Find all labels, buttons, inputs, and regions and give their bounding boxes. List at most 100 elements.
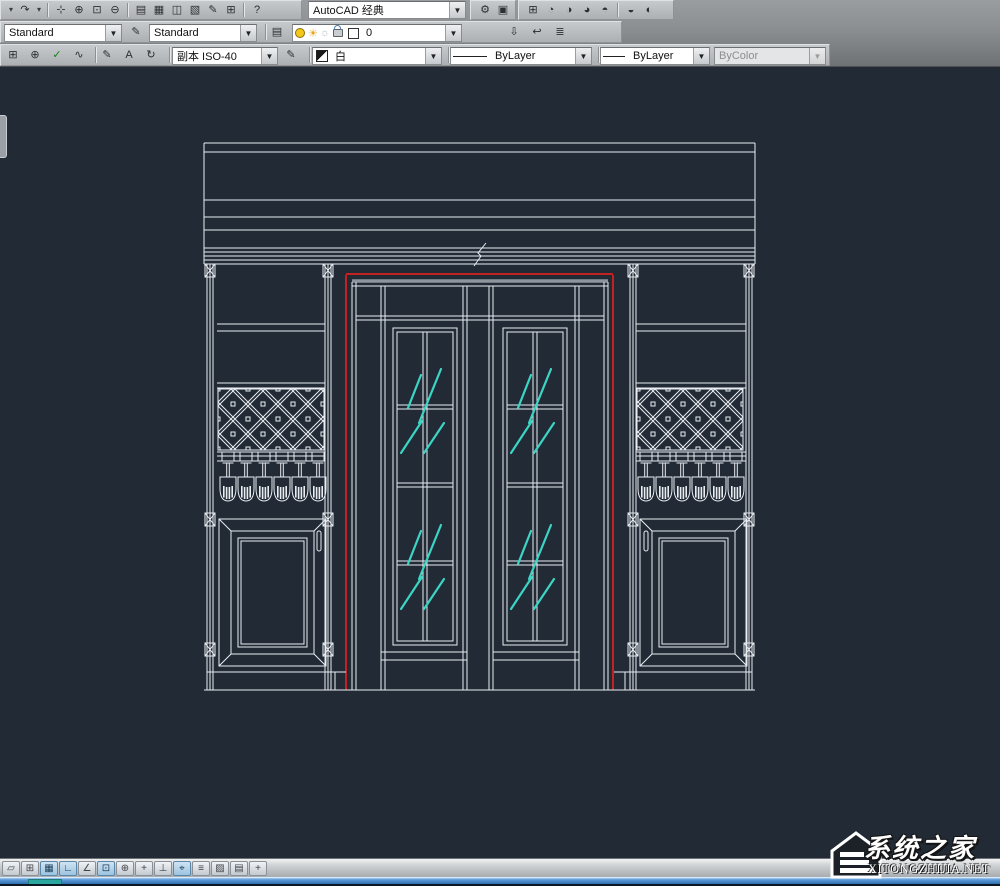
toolbar-row-standard: ▾ ↷ ▾ ⊹ ⊕ ⊡ ⊖ ▤ ▦ ◫ ▧ ✎ ⊞ ? AutoCAD 经典 ▼… (0, 0, 1000, 20)
statusbar-button-quick-properties[interactable]: ▤ (230, 860, 248, 876)
dropdown-arrow-icon: ▼ (575, 48, 591, 64)
workspace-tools: ⚙ ▣ (470, 0, 516, 20)
right-cabinet-door (639, 518, 748, 667)
table-style-icon[interactable]: ⊞ (4, 47, 22, 64)
drafting-status-bar: ▱ ⊞ ▦ ∟ ∠ ⊡ ⊕ + ⊥ ⌖ ≡ ▨ ▤ + (0, 858, 1000, 877)
lineweight-value: ByLayer (633, 50, 674, 62)
model-space-canvas[interactable] (0, 67, 1000, 858)
lineweight-combobox[interactable]: ByLayer ▼ (600, 47, 710, 65)
dropdown-arrow-icon: ▼ (240, 25, 256, 41)
view-front-icon[interactable]: ◑ (560, 2, 578, 19)
left-cabinet-door (218, 518, 327, 667)
toolbar-separator (169, 47, 171, 63)
door-red-outline (345, 273, 614, 690)
linetype-combobox[interactable]: ByLayer ▼ (450, 47, 592, 65)
standard-toolbar: ▾ ↷ ▾ ⊹ ⊕ ⊡ ⊖ ▤ ▦ ◫ ▧ ✎ ⊞ ? (0, 0, 302, 20)
layer-color-swatch (347, 27, 359, 39)
layer-unlock-icon (332, 25, 343, 37)
style-combobox[interactable]: Standard ▼ (4, 24, 122, 42)
statusbar-button-object-snap[interactable]: ⊡ (97, 860, 115, 876)
layer-properties-manager-icon[interactable]: ▤ (268, 24, 286, 41)
toolbar-dock: ▾ ↷ ▾ ⊹ ⊕ ⊡ ⊖ ▤ ▦ ◫ ▧ ✎ ⊞ ? AutoCAD 经典 ▼… (0, 0, 1000, 67)
statusbar-button-infer-constraints[interactable]: ▱ (2, 860, 20, 876)
tool-palettes-icon[interactable]: ◫ (168, 2, 186, 19)
ucs-world-icon[interactable]: ◒ (622, 2, 640, 19)
wine-lattice (218, 389, 324, 450)
view-iso-icon[interactable]: ◓ (596, 2, 614, 19)
left-cabinet-handle (316, 530, 322, 552)
statusbar-button-lineweight-display[interactable]: ≡ (192, 860, 210, 876)
dropdown-arrow-icon: ▼ (261, 48, 277, 64)
redo-dropdown-arrow-icon[interactable]: ▾ (34, 2, 44, 19)
layer-states-icon[interactable]: ≣ (551, 24, 569, 41)
redo-icon[interactable]: ↷ (16, 2, 34, 19)
zoom-window-icon[interactable]: ⊡ (88, 2, 106, 19)
statusbar-button-object-snap-tracking[interactable]: + (135, 860, 153, 876)
dropdown-arrow-icon: ▼ (105, 25, 121, 41)
workspace-settings-gear-icon[interactable]: ⚙ (476, 2, 494, 19)
layer-thaw-sun-icon: ☀ (308, 27, 318, 40)
dropdown-arrow-icon: ▼ (809, 48, 825, 64)
command-dock-strip (0, 877, 1000, 884)
help-icon[interactable]: ? (248, 2, 266, 19)
viewports-icon[interactable]: ⊞ (524, 2, 542, 19)
statusbar-button-ortho-mode[interactable]: ∟ (59, 860, 77, 876)
properties-palette-icon[interactable]: ▤ (132, 2, 150, 19)
markup-set-manager-icon[interactable]: ✎ (204, 2, 222, 19)
statusbar-button-selection-cycling[interactable]: + (249, 860, 267, 876)
zoom-realtime-icon[interactable]: ⊕ (70, 2, 88, 19)
style2-combobox[interactable]: Standard ▼ (149, 24, 257, 42)
quickcalc-icon[interactable]: ⊞ (222, 2, 240, 19)
view-side-icon[interactable]: ◕ (578, 2, 596, 19)
layer-freeze-icon: ☼ (319, 27, 330, 39)
center-double-doors (345, 273, 614, 690)
statusbar-button-polar-tracking[interactable]: ∠ (78, 860, 96, 876)
dropdown-arrow-icon: ▼ (445, 25, 461, 41)
color-combobox[interactable]: 白 ▼ (312, 47, 442, 65)
statusbar-button-snap-mode[interactable]: ⊞ (21, 860, 39, 876)
wine-lattice (637, 389, 743, 450)
match-properties-icon[interactable]: ✎ (282, 47, 300, 64)
statusbar-button-object-snap-3d[interactable]: ⊕ (116, 860, 134, 876)
dropdown-arrow-icon: ▼ (425, 48, 441, 64)
zoom-previous-icon[interactable]: ⊖ (106, 2, 124, 19)
view-top-icon[interactable]: ◔ (542, 2, 560, 19)
toolbar-separator (127, 2, 129, 18)
toolbar-separator (617, 2, 619, 18)
toolbar-separator (265, 24, 267, 40)
color-swatch-icon (316, 50, 328, 62)
workspace-save-icon[interactable]: ▣ (494, 2, 512, 19)
cad-drawing (203, 142, 756, 691)
layer-previous-icon[interactable]: ↩ (528, 24, 546, 41)
sheet-set-manager-icon[interactable]: ▧ (186, 2, 204, 19)
designcenter-icon[interactable]: ▦ (150, 2, 168, 19)
statusbar-button-dynamic-ucs[interactable]: ⊥ (154, 860, 172, 876)
plinth-and-floor (204, 671, 755, 691)
toolbar-separator (95, 47, 97, 63)
style-value: Standard (9, 27, 54, 39)
left-wine-bay (217, 323, 327, 667)
autocad-window: ▾ ↷ ▾ ⊹ ⊕ ⊡ ⊖ ▤ ▦ ◫ ▧ ✎ ⊞ ? AutoCAD 经典 ▼… (0, 0, 1000, 886)
apply-style-icon[interactable]: ✎ (127, 24, 145, 41)
workspace-combobox[interactable]: AutoCAD 经典 ▼ (308, 1, 466, 19)
point-style-icon[interactable]: ⊕ (26, 47, 44, 64)
pan-icon[interactable]: ⊹ (52, 2, 70, 19)
statusbar-button-transparency-display[interactable]: ▨ (211, 860, 229, 876)
toolbar-row-properties: ⊞ ⊕ ✓ ∿ ✎ A ↻ 副本 ISO-40 ▼ ✎ 白 ▼ ByLayer … (0, 44, 1000, 66)
plot-style-combobox[interactable]: ByColor ▼ (714, 47, 826, 65)
statusbar-button-dynamic-input[interactable]: ⌖ (173, 860, 191, 876)
layer-combobox[interactable]: ☀ ☼ 0 ▼ (292, 24, 462, 42)
ucs-previous-icon[interactable]: ◐ (640, 2, 658, 19)
undo-dropdown-arrow-icon[interactable]: ▾ (6, 2, 16, 19)
quick-dimension-icon[interactable]: ✓ (48, 47, 66, 64)
statusbar-button-grid-display[interactable]: ▦ (40, 860, 58, 876)
edit-dimension-icon[interactable]: ✎ (98, 47, 116, 64)
dropdown-arrow-icon: ▼ (693, 48, 709, 64)
workspace-value: AutoCAD 经典 (313, 5, 384, 17)
text-style-icon[interactable]: A (120, 47, 138, 64)
dropdown-arrow-icon: ▼ (449, 2, 465, 18)
dimension-update-icon[interactable]: ↻ (142, 47, 160, 64)
dim-style-combobox[interactable]: 副本 ISO-40 ▼ (172, 47, 278, 65)
revision-cloud-icon[interactable]: ∿ (70, 47, 88, 64)
make-object-layer-current-icon[interactable]: ⇩ (505, 24, 523, 41)
